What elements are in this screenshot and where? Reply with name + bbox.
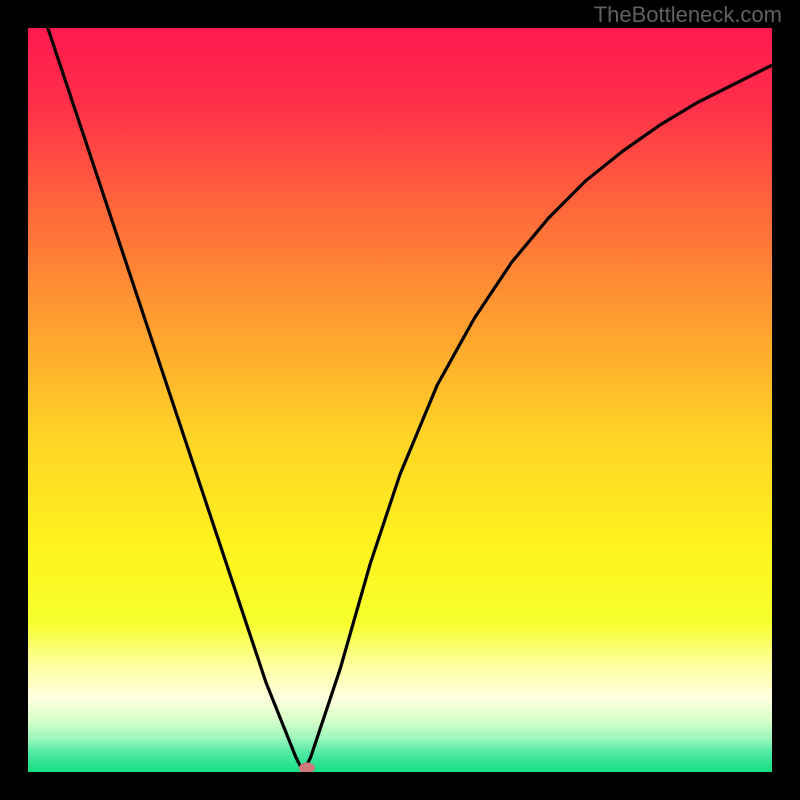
bottleneck-curve bbox=[28, 28, 772, 772]
optimal-point-marker bbox=[299, 763, 315, 772]
chart-plot-area bbox=[28, 28, 772, 772]
watermark-text: TheBottleneck.com bbox=[594, 2, 782, 28]
